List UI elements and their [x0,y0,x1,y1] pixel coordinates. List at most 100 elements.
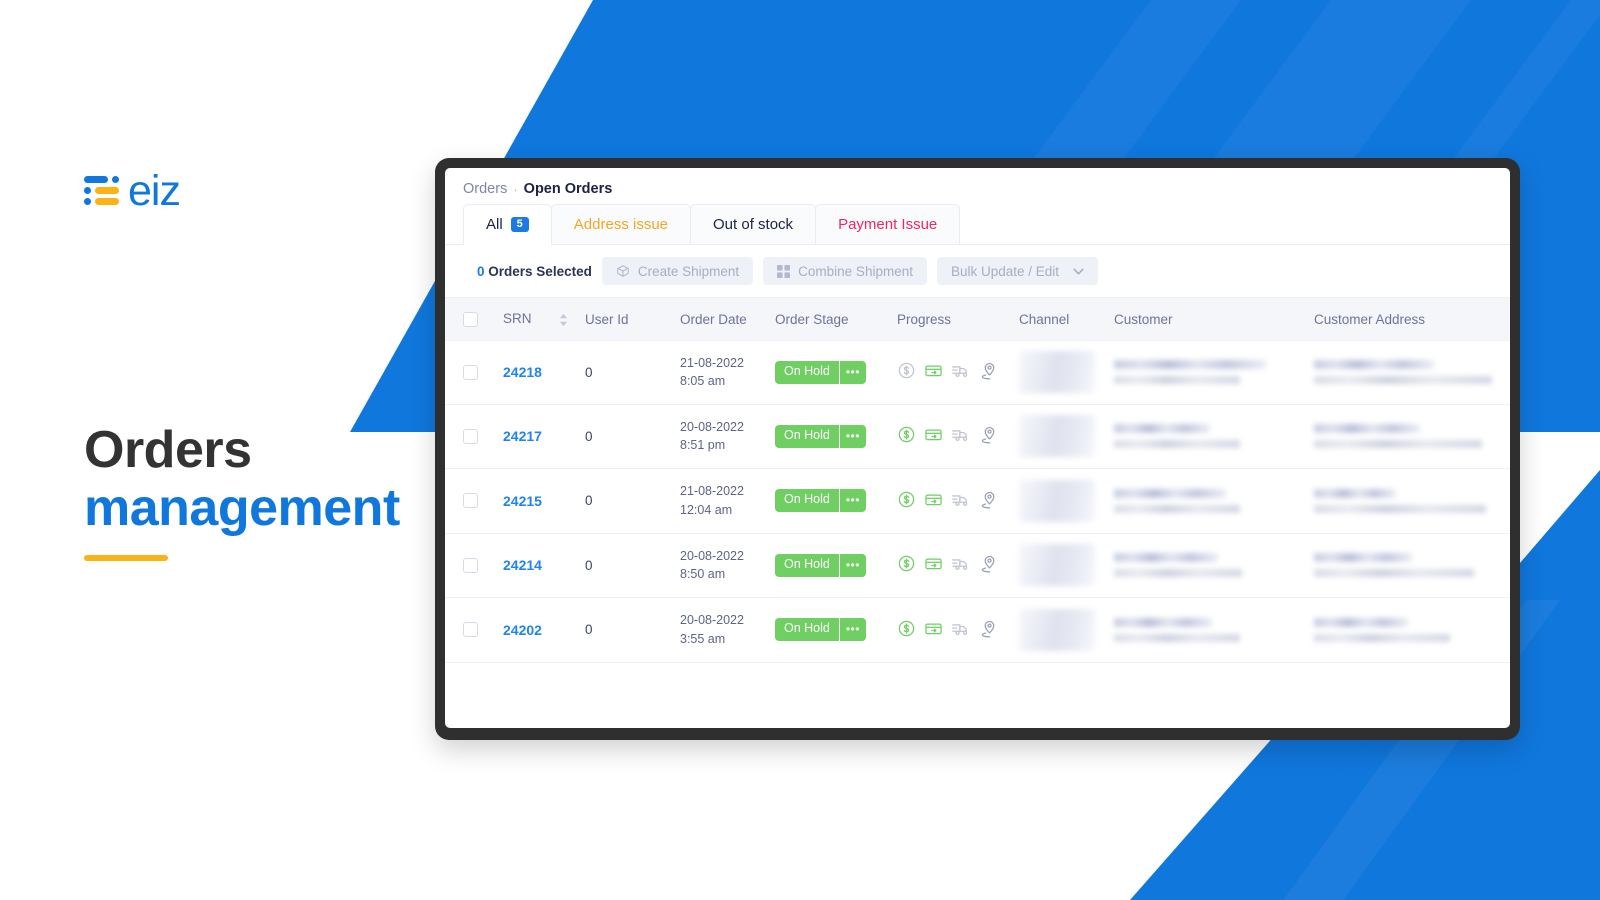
create-shipment-label: Create Shipment [637,263,740,279]
status-badge[interactable]: On Hold [775,489,839,513]
row-checkbox[interactable] [463,493,478,509]
tab-out-of-stock[interactable]: Out of stock [690,204,817,244]
column-header-channel[interactable]: Channel [1019,312,1114,327]
status-badge[interactable]: On Hold [775,424,839,448]
stage-more-icon[interactable]: ••• [838,618,866,642]
package-icon[interactable] [924,554,943,576]
bulk-update-edit-button[interactable]: Bulk Update / Edit [936,257,1099,285]
row-checkbox-cell[interactable] [463,364,503,380]
column-header-customer[interactable]: Customer [1114,312,1314,327]
status-badge[interactable]: On Hold [775,618,839,642]
payment-icon[interactable] [897,425,916,447]
channel-logo-redacted [1019,479,1095,522]
sort-arrows-icon[interactable] [559,313,568,327]
row-checkbox[interactable] [463,364,478,380]
truck-icon[interactable] [951,554,972,576]
tab-address-issue[interactable]: Address issue [550,204,692,244]
customer-meta-redacted [1114,504,1240,513]
table-row[interactable]: 24202 0 20-08-2022 3:55 am On Hold ••• [445,598,1510,663]
order-address-cell [1314,553,1510,578]
customer-name-redacted [1114,424,1210,434]
combine-shipment-label: Combine Shipment [798,263,913,279]
truck-icon[interactable] [951,490,972,512]
package-icon[interactable] [924,361,943,383]
order-date-cell: 20-08-2022 3:55 am [680,611,775,649]
order-date-cell: 20-08-2022 8:50 am [680,547,775,585]
order-srn-link[interactable]: 24202 [503,622,542,638]
payment-icon[interactable] [897,361,916,383]
location-pin-icon[interactable] [980,490,999,512]
address-line2-redacted [1314,376,1492,385]
order-address-cell [1314,424,1510,449]
promo-panel: eiz Orders management [84,168,444,562]
stage-more-icon[interactable]: ••• [838,360,866,384]
payment-icon[interactable] [897,490,916,512]
stage-more-icon[interactable]: ••• [838,489,866,513]
row-checkbox[interactable] [463,622,478,638]
column-header-srn-label: SRN [503,311,532,327]
location-pin-icon[interactable] [980,554,999,576]
order-time: 8:51 pm [680,438,726,453]
truck-icon[interactable] [951,619,972,641]
tab-all[interactable]: All 5 [463,204,552,245]
order-progress-cell [897,554,1019,576]
row-checkbox-cell[interactable] [463,622,503,638]
select-all-checkbox-cell[interactable] [463,311,503,327]
column-header-order-date[interactable]: Order Date [680,312,775,327]
breadcrumb-parent[interactable]: Orders [463,181,507,197]
order-date: 21-08-2022 [680,355,744,370]
breadcrumb-separator: · [513,181,518,197]
payment-icon[interactable] [897,554,916,576]
create-shipment-button[interactable]: Create Shipment [601,257,754,285]
order-srn-link[interactable]: 24218 [503,364,542,380]
table-row[interactable]: 24214 0 20-08-2022 8:50 am On Hold ••• [445,534,1510,598]
row-checkbox-cell[interactable] [463,493,503,509]
status-badge[interactable]: On Hold [775,360,839,384]
order-address-cell [1314,360,1510,385]
column-header-srn[interactable]: SRN [503,311,585,326]
column-header-order-stage[interactable]: Order Stage [775,312,897,327]
orders-selected-count: 0 [477,263,485,279]
tab-payment-issue[interactable]: Payment Issue [815,204,961,244]
location-pin-icon[interactable] [980,619,999,641]
order-customer-cell [1114,553,1314,578]
column-header-customer-address[interactable]: Customer Address [1314,312,1510,327]
order-srn-link[interactable]: 24215 [503,493,542,509]
order-date: 20-08-2022 [680,613,744,627]
table-row[interactable]: 24217 0 20-08-2022 8:51 pm On Hold ••• [445,405,1510,469]
location-pin-icon[interactable] [980,361,999,383]
order-address-cell [1314,488,1510,513]
truck-icon[interactable] [951,425,972,447]
order-stage-cell: On Hold ••• [775,489,897,513]
location-pin-icon[interactable] [980,425,999,447]
row-checkbox[interactable] [463,557,478,573]
orders-table-header: SRN User Id Order Date Order Stage Progr… [445,298,1510,340]
stage-more-icon[interactable]: ••• [838,553,866,577]
package-icon [616,264,630,278]
order-srn-link[interactable]: 24214 [503,557,542,573]
bulk-action-bar: 0 Orders Selected Create Shipment Combin… [445,245,1510,298]
table-row[interactable]: 24215 0 21-08-2022 12:04 am On Hold ••• [445,469,1510,534]
package-icon[interactable] [924,619,943,641]
select-all-checkbox[interactable] [463,311,478,327]
address-line1-redacted [1314,424,1420,434]
payment-icon[interactable] [897,619,916,641]
breadcrumb: Orders · Open Orders [445,168,1510,205]
table-row[interactable]: 24218 0 21-08-2022 8:05 am On Hold ••• [445,340,1510,405]
column-header-user-id[interactable]: User Id [585,312,680,327]
customer-name-redacted [1114,553,1218,563]
combine-shipment-button[interactable]: Combine Shipment [763,257,927,285]
package-icon[interactable] [924,490,943,512]
customer-meta-redacted [1114,569,1242,578]
row-checkbox-cell[interactable] [463,557,503,573]
column-header-progress[interactable]: Progress [897,312,1019,327]
status-badge[interactable]: On Hold [775,553,839,577]
stage-more-icon[interactable]: ••• [838,424,866,448]
order-srn-link[interactable]: 24217 [503,428,542,444]
row-checkbox-cell[interactable] [463,428,503,444]
breadcrumb-current: Open Orders [523,181,613,197]
address-line1-redacted [1314,360,1434,370]
row-checkbox[interactable] [463,428,478,444]
package-icon[interactable] [924,425,943,447]
truck-icon[interactable] [951,361,972,383]
